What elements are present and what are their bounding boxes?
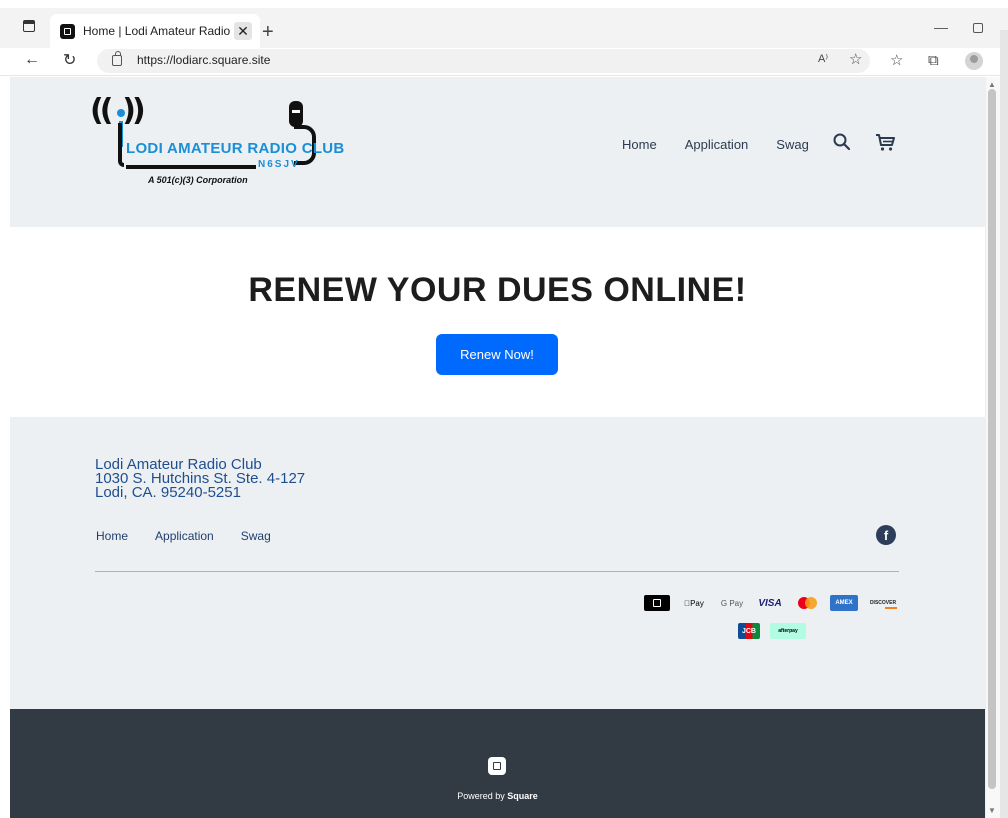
visa-icon: VISA: [758, 597, 782, 609]
tab-home[interactable]: Home | Lodi Amateur Radio Club ✕: [50, 14, 260, 48]
footer-nav: Home Application Swag: [96, 529, 298, 543]
logo-underline: [126, 165, 256, 169]
amex-icon: AMEX: [830, 595, 858, 611]
page-viewport: (( )) LODI AMATEUR RADIO CLUB N6SJV A 50…: [10, 77, 985, 818]
read-aloud-icon[interactable]: A⁾: [818, 52, 828, 65]
square-favicon-icon: [60, 24, 75, 39]
window-top-edge: [0, 0, 1008, 8]
powered-by-text[interactable]: Powered by Square: [10, 791, 985, 801]
discover-icon: DISCOVER: [868, 595, 898, 611]
scroll-up-arrow-icon[interactable]: ▲: [988, 80, 996, 89]
reload-icon[interactable]: ↻: [63, 50, 76, 70]
apple-pay-icon: Pay: [684, 598, 704, 608]
afterpay-icon: afterpay: [770, 623, 806, 639]
hero-title: RENEW YOUR DUES ONLINE!: [248, 271, 747, 309]
site-footer: Lodi Amateur Radio Club 1030 S. Hutchins…: [10, 417, 985, 709]
tab-close-icon[interactable]: ✕: [234, 22, 252, 40]
footer-nav-swag[interactable]: Swag: [241, 529, 271, 543]
back-arrow-icon[interactable]: ←: [24, 51, 40, 69]
club-address: Lodi Amateur Radio Club 1030 S. Hutchins…: [95, 457, 305, 501]
tab-actions-icon[interactable]: [23, 20, 35, 32]
payment-methods-row-1: Pay G Pay VISA AMEX DISCOVER: [644, 595, 908, 611]
window-right-edge: [1000, 30, 1008, 818]
nav-home[interactable]: Home: [622, 137, 657, 152]
scroll-down-arrow-icon[interactable]: ▼: [988, 806, 996, 815]
search-icon[interactable]: [832, 132, 852, 152]
tab-title: Home | Lodi Amateur Radio Club: [83, 24, 235, 38]
square-pay-icon: [644, 595, 670, 611]
profile-avatar-icon[interactable]: [965, 52, 983, 70]
address-line-city: Lodi, CA. 95240-5251: [95, 484, 241, 501]
club-logo[interactable]: (( )) LODI AMATEUR RADIO CLUB N6SJV A 50…: [90, 93, 344, 198]
hero-section: RENEW YOUR DUES ONLINE! Renew Now!: [10, 227, 985, 417]
add-favorite-icon[interactable]: ☆: [849, 50, 862, 68]
microphone-icon: [289, 101, 303, 127]
tab-bar: Home | Lodi Amateur Radio Club ✕ + —: [0, 8, 1008, 48]
nav-application[interactable]: Application: [685, 137, 749, 152]
address-bar[interactable]: https://lodiarc.square.site A⁾ ☆: [97, 49, 870, 73]
nav-swag[interactable]: Swag: [776, 137, 809, 152]
antenna-dot: [117, 109, 125, 117]
url-text[interactable]: https://lodiarc.square.site: [137, 53, 270, 67]
lock-icon[interactable]: [112, 51, 122, 66]
radio-waves-icon: (( )): [90, 93, 146, 128]
logo-callsign: N6SJV: [258, 159, 300, 170]
logo-cable-left: [118, 123, 124, 167]
maximize-icon[interactable]: [973, 23, 983, 33]
footer-divider: [95, 571, 899, 572]
logo-club-name: LODI AMATEUR RADIO CLUB: [126, 140, 345, 157]
site-header: (( )) LODI AMATEUR RADIO CLUB N6SJV A 50…: [10, 77, 985, 227]
minimize-icon[interactable]: —: [934, 19, 948, 35]
browser-toolbar: ← ↻ https://lodiarc.square.site A⁾ ☆: [0, 48, 1008, 76]
favorites-icon[interactable]: ☆: [890, 51, 903, 69]
google-pay-icon: G Pay: [720, 598, 744, 608]
jcb-icon: JCB: [738, 623, 760, 639]
footer-nav-application[interactable]: Application: [155, 529, 214, 543]
square-logo-icon[interactable]: [488, 757, 506, 775]
main-nav: Home Application Swag: [622, 132, 837, 156]
payment-methods-row-2: JCB afterpay: [738, 623, 816, 639]
logo-tagline: A 501(c)(3) Corporation: [148, 175, 248, 185]
mastercard-icon: [794, 595, 820, 611]
scrollbar-thumb[interactable]: [988, 89, 996, 789]
renew-now-button[interactable]: Renew Now!: [436, 334, 558, 375]
collections-icon[interactable]: ⧉: [928, 52, 939, 69]
powered-by-square: Powered by Square: [10, 709, 985, 818]
new-tab-icon[interactable]: +: [262, 22, 274, 42]
cart-icon[interactable]: [874, 132, 896, 152]
facebook-icon[interactable]: f: [876, 525, 896, 545]
footer-nav-home[interactable]: Home: [96, 529, 128, 543]
